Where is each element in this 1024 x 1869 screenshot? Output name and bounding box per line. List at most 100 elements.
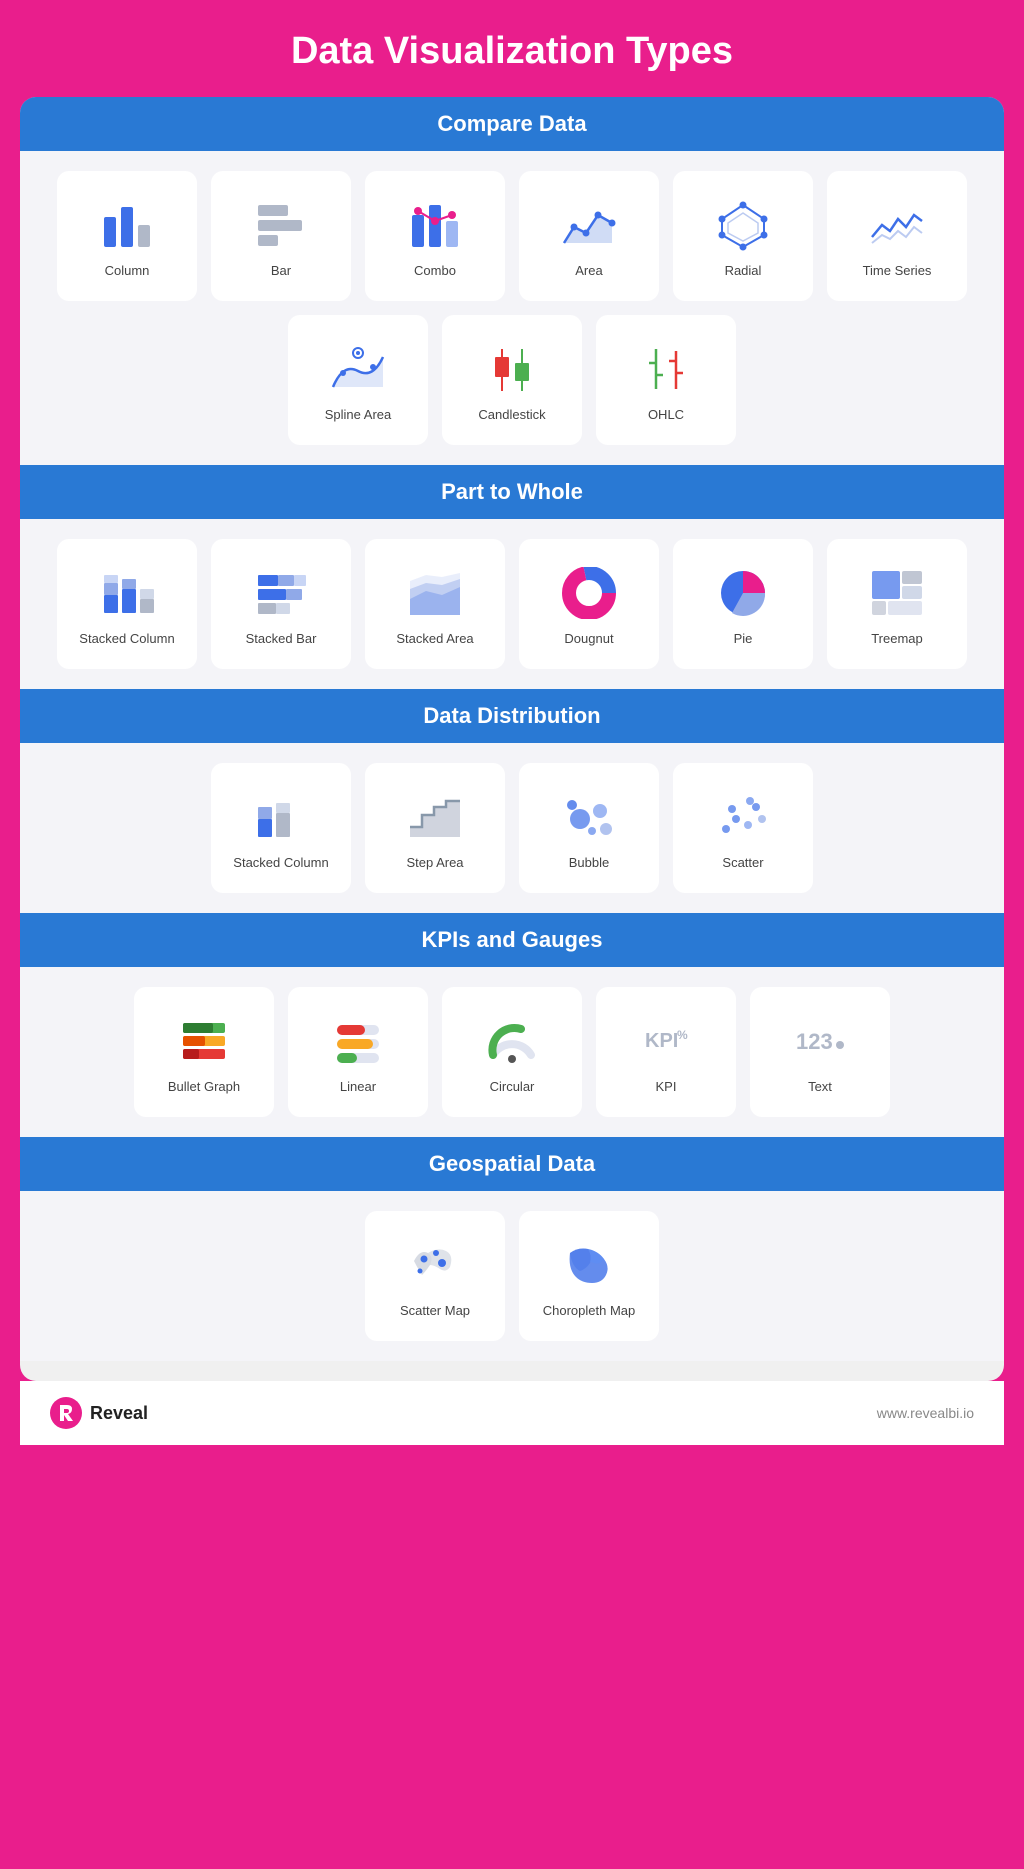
chart-item-steparea[interactable]: Step Area — [365, 763, 505, 893]
stackedarea-icon — [405, 563, 465, 623]
chart-item-treemap[interactable]: Treemap — [827, 539, 967, 669]
scatter-icon — [713, 787, 773, 847]
splinearea-icon — [328, 339, 388, 399]
footer-logo: Reveal — [50, 1397, 148, 1429]
bar-label: Bar — [271, 263, 291, 278]
linear-icon — [328, 1011, 388, 1071]
section-header-geospatial: Geospatial Data — [20, 1137, 1004, 1191]
section-body-compare: Column Bar — [20, 151, 1004, 465]
circular-icon — [482, 1011, 542, 1071]
svg-text:123: 123 — [796, 1029, 833, 1054]
page-title: Data Visualization Types — [291, 30, 733, 73]
bubble-icon — [559, 787, 619, 847]
choroplethmap-label: Choropleth Map — [543, 1303, 636, 1318]
stackedcolumn2-label: Stacked Column — [233, 855, 328, 870]
chart-item-combo[interactable]: Combo — [365, 171, 505, 301]
section-header-datadist: Data Distribution — [20, 689, 1004, 743]
chart-item-bar[interactable]: Bar — [211, 171, 351, 301]
section-header-parttowhole: Part to Whole — [20, 465, 1004, 519]
text-chart-icon: 123 — [790, 1011, 850, 1071]
chart-item-bubble[interactable]: Bubble — [519, 763, 659, 893]
chart-item-scatter[interactable]: Scatter — [673, 763, 813, 893]
chart-item-circular[interactable]: Circular — [442, 987, 582, 1117]
compare-grid: Column Bar — [50, 171, 974, 445]
chart-item-scattermap[interactable]: Scatter Map — [365, 1211, 505, 1341]
timeseries-label: Time Series — [863, 263, 932, 278]
splinearea-label: Spline Area — [325, 407, 392, 422]
pie-icon — [713, 563, 773, 623]
steparea-icon — [405, 787, 465, 847]
stackedbar-icon — [251, 563, 311, 623]
chart-item-pie[interactable]: Pie — [673, 539, 813, 669]
chart-item-area[interactable]: Area — [519, 171, 659, 301]
stackedcolumn-label: Stacked Column — [79, 631, 174, 646]
chart-item-stackedarea[interactable]: Stacked Area — [365, 539, 505, 669]
section-header-kpis: KPIs and Gauges — [20, 913, 1004, 967]
radial-label: Radial — [725, 263, 762, 278]
chart-item-stackedbar[interactable]: Stacked Bar — [211, 539, 351, 669]
candlestick-icon — [482, 339, 542, 399]
donut-label: Dougnut — [564, 631, 613, 646]
stackedcolumn-icon — [97, 563, 157, 623]
column-label: Column — [105, 263, 150, 278]
stackedbar-label: Stacked Bar — [246, 631, 317, 646]
chart-item-kpi[interactable]: KPI % KPI — [596, 987, 736, 1117]
main-card: Compare Data Column — [20, 97, 1004, 1381]
section-body-parttowhole: Stacked Column Stacked Bar — [20, 519, 1004, 689]
kpis-grid: Bullet Graph Linear — [50, 987, 974, 1117]
chart-item-linear[interactable]: Linear — [288, 987, 428, 1117]
stackedarea-label: Stacked Area — [396, 631, 473, 646]
chart-item-radial[interactable]: Radial — [673, 171, 813, 301]
chart-item-timeseries[interactable]: Time Series — [827, 171, 967, 301]
chart-item-stackedcolumn2[interactable]: Stacked Column — [211, 763, 351, 893]
text-label: Text — [808, 1079, 832, 1094]
footer-logo-text: Reveal — [90, 1403, 148, 1424]
radial-icon — [713, 195, 773, 255]
circular-label: Circular — [490, 1079, 535, 1094]
datadist-grid: Stacked Column Step Area — [50, 763, 974, 893]
scatter-label: Scatter — [722, 855, 763, 870]
treemap-label: Treemap — [871, 631, 923, 646]
scattermap-icon — [405, 1235, 465, 1295]
bar-icon — [251, 195, 311, 255]
ohlc-label: OHLC — [648, 407, 684, 422]
kpi-icon: KPI % — [636, 1011, 696, 1071]
chart-item-splinearea[interactable]: Spline Area — [288, 315, 428, 445]
bubble-label: Bubble — [569, 855, 609, 870]
section-body-datadist: Stacked Column Step Area — [20, 743, 1004, 913]
parttowhole-grid: Stacked Column Stacked Bar — [50, 539, 974, 669]
area-label: Area — [575, 263, 602, 278]
chart-item-donut[interactable]: Dougnut — [519, 539, 659, 669]
footer: Reveal www.revealbi.io — [20, 1381, 1004, 1445]
steparea-label: Step Area — [406, 855, 463, 870]
kpi-label: KPI — [656, 1079, 677, 1094]
chart-item-text[interactable]: 123 Text — [750, 987, 890, 1117]
pie-label: Pie — [734, 631, 753, 646]
svg-text:%: % — [677, 1028, 688, 1042]
candlestick-label: Candlestick — [478, 407, 545, 422]
choroplethmap-icon — [559, 1235, 619, 1295]
linear-label: Linear — [340, 1079, 376, 1094]
ohlc-icon — [636, 339, 696, 399]
chart-item-ohlc[interactable]: OHLC — [596, 315, 736, 445]
combo-icon — [405, 195, 465, 255]
geospatial-grid: Scatter Map Choropleth Map — [50, 1211, 974, 1341]
chart-item-column[interactable]: Column — [57, 171, 197, 301]
stackedcolumn2-icon — [251, 787, 311, 847]
section-body-geospatial: Scatter Map Choropleth Map — [20, 1191, 1004, 1361]
bulletgraph-icon — [174, 1011, 234, 1071]
bulletgraph-label: Bullet Graph — [168, 1079, 240, 1094]
timeseries-icon — [867, 195, 927, 255]
chart-item-bulletgraph[interactable]: Bullet Graph — [134, 987, 274, 1117]
area-icon — [559, 195, 619, 255]
column-icon — [97, 195, 157, 255]
section-header-compare: Compare Data — [20, 97, 1004, 151]
chart-item-candlestick[interactable]: Candlestick — [442, 315, 582, 445]
chart-item-choroplethmap[interactable]: Choropleth Map — [519, 1211, 659, 1341]
treemap-icon — [867, 563, 927, 623]
svg-text:KPI: KPI — [645, 1030, 678, 1052]
chart-item-stackedcolumn[interactable]: Stacked Column — [57, 539, 197, 669]
combo-label: Combo — [414, 263, 456, 278]
donut-icon — [559, 563, 619, 623]
scattermap-label: Scatter Map — [400, 1303, 470, 1318]
